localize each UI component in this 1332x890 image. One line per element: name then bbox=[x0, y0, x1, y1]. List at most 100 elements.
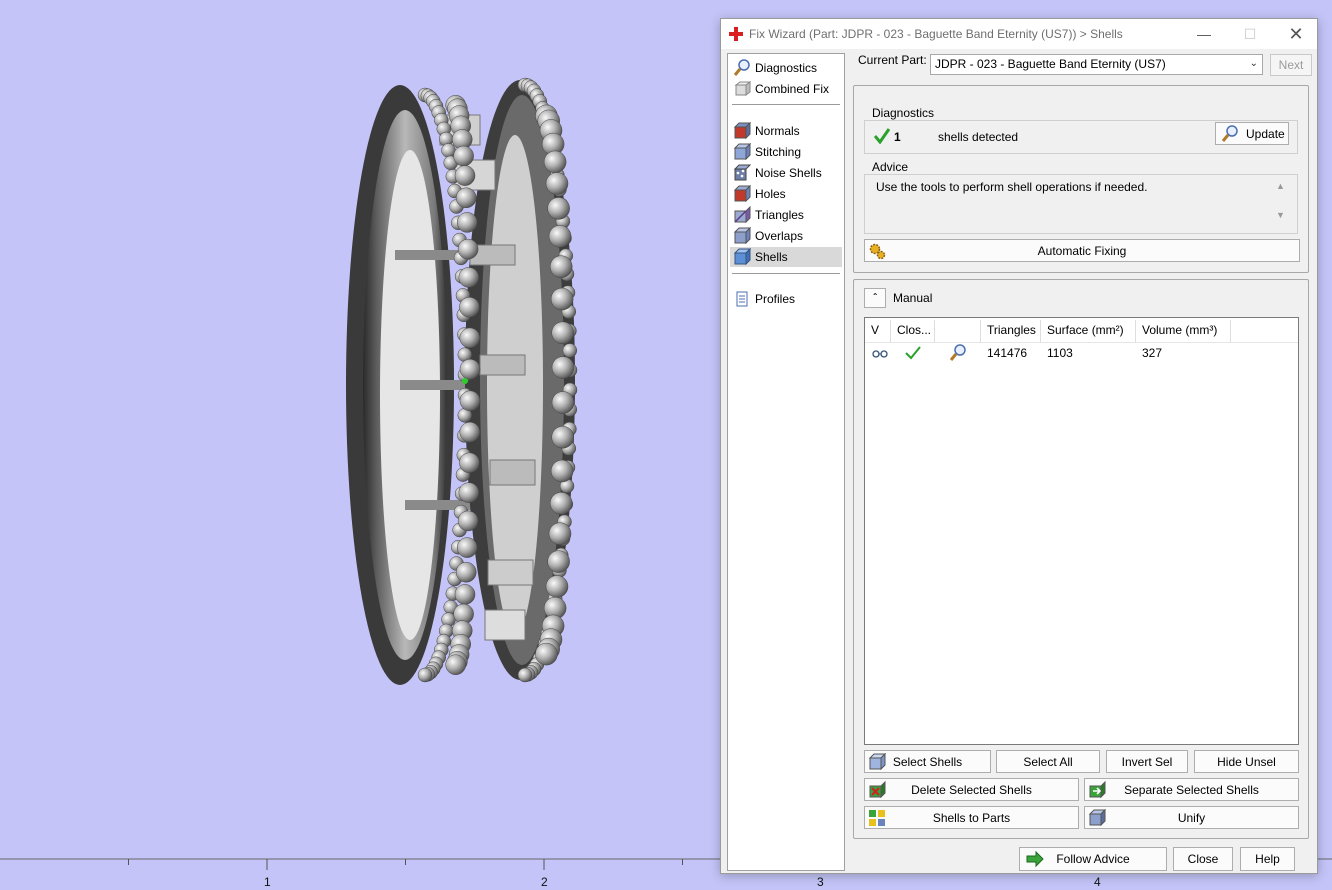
ruler-label: 2 bbox=[541, 875, 548, 889]
bead bbox=[454, 584, 476, 605]
bead bbox=[535, 642, 558, 666]
column-header[interactable]: Clos... bbox=[891, 320, 935, 342]
bead bbox=[550, 459, 574, 483]
automatic-fixing-button[interactable]: Automatic Fixing bbox=[864, 239, 1300, 262]
current-part-dropdown[interactable]: JDPR - 023 - Baguette Band Eternity (US7… bbox=[930, 54, 1263, 75]
nav-item-shells[interactable]: Shells bbox=[730, 247, 842, 267]
ruler-label: 1 bbox=[264, 875, 271, 889]
hide-unsel-button[interactable]: Hide Unsel bbox=[1194, 750, 1299, 773]
nav-item-label: Profiles bbox=[755, 292, 796, 306]
scroll-up-icon[interactable]: ▲ bbox=[1276, 181, 1285, 191]
bead bbox=[549, 255, 573, 278]
delete-selected-shells-button[interactable]: Delete Selected Shells bbox=[864, 778, 1079, 801]
glasses-icon[interactable] bbox=[872, 347, 888, 359]
bead bbox=[456, 537, 478, 558]
nav-item-normals[interactable]: Normals bbox=[730, 121, 842, 141]
shells-table: V Clos... Triangles Surface (mm²) Volume… bbox=[864, 317, 1299, 745]
table-row[interactable]: 141476 1103 327 bbox=[865, 342, 1298, 364]
fix-nav-list: Diagnostics Combined Fix Normals Stitchi… bbox=[727, 53, 845, 871]
column-header[interactable] bbox=[935, 320, 981, 342]
bead bbox=[517, 667, 533, 683]
nav-item-label: Holes bbox=[755, 187, 786, 201]
overlaps-icon bbox=[733, 227, 751, 245]
separate-shells-icon bbox=[1089, 781, 1106, 799]
shells-to-parts-label: Shells to Parts bbox=[932, 810, 1011, 825]
delete-shells-icon bbox=[869, 781, 886, 799]
nav-item-label: Triangles bbox=[755, 208, 804, 222]
document-icon bbox=[736, 291, 748, 307]
nav-item-noise-shells[interactable]: Noise Shells bbox=[730, 163, 842, 183]
window-title: Fix Wizard (Part: JDPR - 023 - Baguette … bbox=[749, 27, 1123, 41]
nav-item-label: Combined Fix bbox=[755, 82, 830, 96]
bead bbox=[445, 654, 466, 675]
follow-advice-label: Follow Advice bbox=[1056, 852, 1130, 866]
separate-selected-shells-button[interactable]: Separate Selected Shells bbox=[1084, 778, 1299, 801]
nav-item-stitching[interactable]: Stitching bbox=[730, 142, 842, 162]
close-button[interactable]: Close bbox=[1173, 847, 1233, 871]
pivot-marker bbox=[462, 378, 468, 384]
follow-advice-button[interactable]: Follow Advice bbox=[1019, 847, 1167, 871]
help-button[interactable]: Help bbox=[1240, 847, 1295, 871]
nav-item-label: Shells bbox=[755, 250, 788, 264]
nav-item-holes[interactable]: Holes bbox=[730, 184, 842, 204]
select-shells-button[interactable]: Select Shells bbox=[864, 750, 991, 773]
chevron-up-icon: ˆ bbox=[873, 292, 877, 304]
bead bbox=[548, 522, 572, 545]
nav-item-overlaps[interactable]: Overlaps bbox=[730, 226, 842, 246]
current-part-value: JDPR - 023 - Baguette Band Eternity (US7… bbox=[935, 57, 1166, 71]
triangles-icon bbox=[734, 206, 751, 224]
unify-button[interactable]: Unify bbox=[1084, 806, 1299, 829]
shells-to-parts-button[interactable]: Shells to Parts bbox=[864, 806, 1079, 829]
automatic-fixing-label: Automatic Fixing bbox=[1037, 243, 1127, 258]
stitching-icon bbox=[733, 143, 751, 161]
diagnostics-panel: Diagnostics 1 shells detected Update Adv… bbox=[853, 85, 1309, 273]
volume-cell: 327 bbox=[1142, 346, 1163, 360]
scroll-down-icon[interactable]: ▼ bbox=[1276, 210, 1285, 220]
invert-sel-button[interactable]: Invert Sel bbox=[1106, 750, 1188, 773]
nav-item-profiles[interactable]: Profiles bbox=[730, 289, 842, 309]
minimize-icon[interactable]: — bbox=[1181, 19, 1227, 49]
bead bbox=[458, 267, 480, 288]
shells-to-parts-icon bbox=[869, 810, 885, 826]
separate-selected-label: Separate Selected Shells bbox=[1124, 782, 1259, 797]
triangles-cell: 141476 bbox=[987, 346, 1028, 360]
maximize-icon[interactable]: ☐ bbox=[1227, 19, 1273, 49]
bead bbox=[547, 197, 570, 220]
column-header[interactable]: Triangles bbox=[981, 320, 1041, 342]
bead bbox=[456, 212, 478, 233]
collapse-manual-button[interactable]: ˆ bbox=[864, 288, 886, 308]
bead bbox=[550, 287, 574, 311]
cube-icon bbox=[734, 81, 751, 96]
delete-selected-label: Delete Selected Shells bbox=[911, 782, 1032, 797]
title-bar[interactable]: Fix Wizard (Part: JDPR - 023 - Baguette … bbox=[721, 19, 1317, 49]
next-button[interactable]: Next bbox=[1270, 54, 1312, 76]
magnifier-icon[interactable] bbox=[949, 344, 967, 362]
bead bbox=[459, 390, 481, 412]
ruler-label: 4 bbox=[1094, 875, 1101, 889]
nav-item-combined-fix[interactable]: Combined Fix bbox=[730, 79, 842, 99]
bead bbox=[454, 165, 476, 186]
bead bbox=[459, 327, 481, 349]
column-header[interactable]: Surface (mm²) bbox=[1041, 320, 1136, 342]
bead bbox=[457, 510, 479, 532]
nav-item-label: Stitching bbox=[755, 145, 802, 159]
close-icon[interactable]: ✕ bbox=[1273, 19, 1319, 49]
noise-shells-icon bbox=[733, 164, 751, 181]
column-header[interactable]: Volume (mm³) bbox=[1136, 320, 1231, 342]
shell-count: 1 bbox=[894, 130, 901, 144]
advice-group-label: Advice bbox=[872, 160, 909, 174]
surface-cell: 1103 bbox=[1047, 346, 1073, 360]
bead bbox=[459, 358, 481, 380]
gears-icon bbox=[869, 243, 886, 260]
select-shells-label: Select Shells bbox=[892, 754, 963, 769]
bead bbox=[548, 225, 572, 248]
bead bbox=[453, 145, 474, 167]
magnifier-icon bbox=[1221, 125, 1238, 142]
select-all-button[interactable]: Select All bbox=[996, 750, 1100, 773]
update-button[interactable]: Update bbox=[1215, 122, 1289, 145]
holes-icon bbox=[733, 185, 751, 203]
nav-item-triangles[interactable]: Triangles bbox=[730, 205, 842, 225]
nav-item-diagnostics[interactable]: Diagnostics bbox=[730, 58, 842, 78]
nav-item-label: Normals bbox=[755, 124, 800, 138]
column-header[interactable]: V bbox=[865, 320, 891, 342]
